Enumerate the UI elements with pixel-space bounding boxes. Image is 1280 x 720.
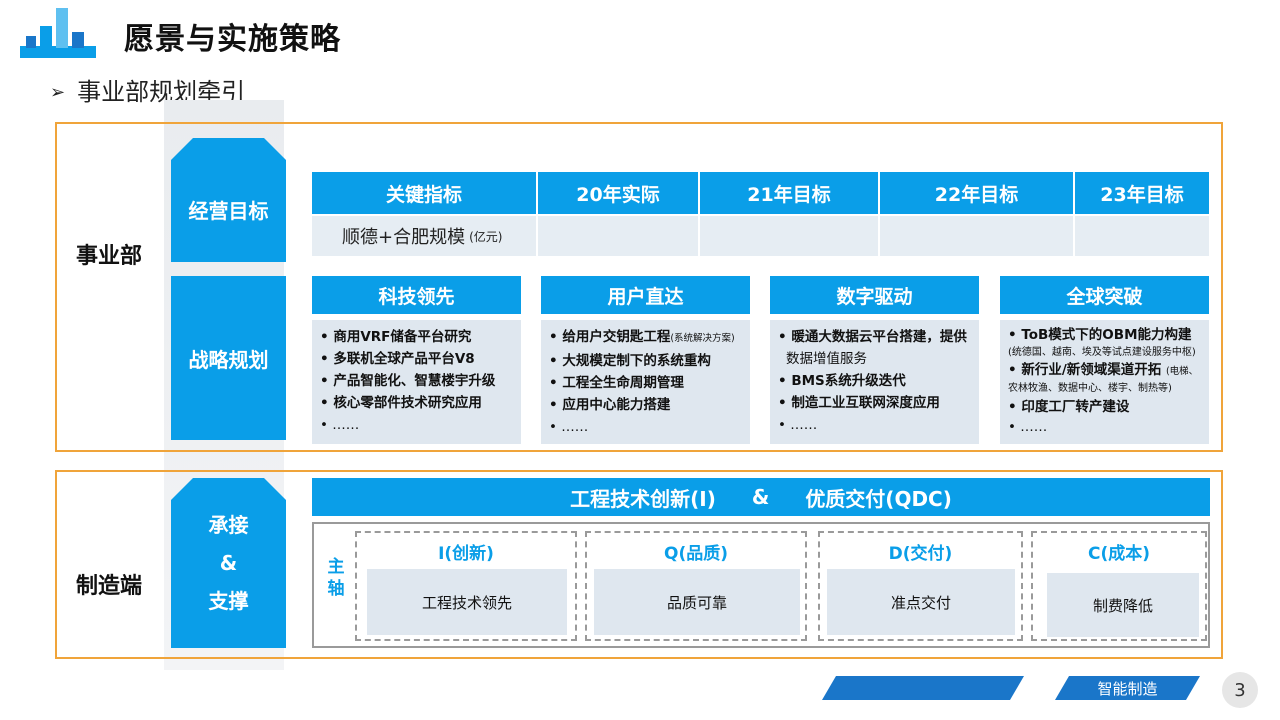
strategy-item: • 大规模定制下的系统重构 bbox=[549, 353, 711, 369]
strategy-column-tech: 科技领先 • 商用VRF储备平台研究 • 多联机全球产品平台V8 • 产品智能化… bbox=[312, 276, 521, 444]
strategy-item: • …… bbox=[549, 419, 589, 435]
support-label: 承接 & 支撑 bbox=[171, 478, 286, 648]
strategy-item-row: • 给用户交钥匙工程(系统解决方案) bbox=[549, 326, 742, 350]
page-number: 3 bbox=[1222, 672, 1258, 708]
strategy-item: • …… bbox=[778, 417, 818, 433]
strategy-column-title: 科技领先 bbox=[312, 276, 521, 314]
strategy-item: • 应用中心能力搭建 bbox=[549, 397, 671, 413]
strategy-column-body: • 暖通大数据云平台搭建，提供 数据增值服务 • BMS系统升级迭代 • 制造工… bbox=[770, 320, 979, 444]
footer-tag: 智能制造 bbox=[1055, 676, 1200, 700]
qdc-column: Q(品质) 品质可靠 bbox=[585, 531, 807, 641]
strategy-column-title: 用户直达 bbox=[541, 276, 750, 314]
strategy-item: • 新行业/新领域渠道开拓 bbox=[1008, 362, 1162, 378]
strategy-item-row: • 新行业/新领域渠道开拓 (电梯、 bbox=[1008, 360, 1201, 382]
kpi-row-label: 顺德+合肥规模 (亿元) bbox=[312, 214, 538, 256]
strategy-item: • BMS系统升级迭代 bbox=[778, 373, 906, 389]
business-goal-label: 经营目标 bbox=[171, 138, 286, 262]
strategy-item: • ToB模式下的OBM能力构建 bbox=[1008, 327, 1192, 343]
page-title: 愿景与实施策略 bbox=[124, 22, 341, 57]
qdc-title: C(成本) bbox=[1087, 544, 1150, 564]
support-line: 承接 bbox=[208, 513, 249, 537]
strategy-item: • 工程全生命周期管理 bbox=[549, 375, 684, 391]
kpi-cell bbox=[538, 214, 700, 256]
strategy-column-global: 全球突破 • ToB模式下的OBM能力构建 (统德国、越南、埃及等试点建设服务中… bbox=[1000, 276, 1209, 444]
qdc-column: I(创新) 工程技术领先 bbox=[355, 531, 577, 641]
strategy-item-note: (电梯、 bbox=[1165, 366, 1199, 377]
strategy-item: • 商用VRF储备平台研究 bbox=[320, 329, 472, 345]
kpi-table: 关键指标 20年实际 21年目标 22年目标 23年目标 顺德+合肥规模 (亿元) bbox=[312, 172, 1209, 256]
strategy-item: • 暖通大数据云平台搭建，提供 bbox=[778, 329, 967, 345]
kpi-cell bbox=[1075, 214, 1209, 256]
strategy-item: • 产品智能化、智慧楼宇升级 bbox=[320, 373, 496, 389]
manufacturing-label: 制造端 bbox=[76, 574, 143, 599]
kpi-header-cell: 关键指标 bbox=[312, 172, 538, 214]
kpi-header-cell: 22年目标 bbox=[880, 172, 1075, 214]
kpi-cell bbox=[700, 214, 880, 256]
strategy-item: • 多联机全球产品平台V8 bbox=[320, 351, 475, 367]
kpi-table-header: 关键指标 20年实际 21年目标 22年目标 23年目标 bbox=[312, 172, 1209, 214]
strategy-column-title: 全球突破 bbox=[1000, 276, 1209, 314]
bullet-arrow-icon: ➢ bbox=[50, 82, 66, 103]
kpi-row-unit: (亿元) bbox=[469, 229, 503, 244]
qdc-banner: 工程技术创新(I) & 优质交付(QDC) bbox=[312, 478, 1210, 516]
support-line: 支撑 bbox=[208, 589, 249, 613]
strategy-column-body: • 商用VRF储备平台研究 • 多联机全球产品平台V8 • 产品智能化、智慧楼宇… bbox=[312, 320, 521, 444]
kpi-header-cell: 20年实际 bbox=[538, 172, 700, 214]
kpi-row-name: 顺德+合肥规模 bbox=[342, 227, 466, 248]
qdc-column: D(交付) 准点交付 bbox=[818, 531, 1023, 641]
qdc-title: Q(品质) bbox=[664, 544, 728, 564]
qdc-body: 准点交付 bbox=[827, 569, 1015, 635]
banner-left: 工程技术创新(I) bbox=[570, 486, 716, 511]
strategy-item: • 制造工业互联网深度应用 bbox=[778, 395, 940, 411]
qdc-body: 品质可靠 bbox=[594, 569, 800, 635]
kpi-cell bbox=[880, 214, 1075, 256]
qdc-body: 制费降低 bbox=[1047, 573, 1199, 637]
qdc-column: C(成本) 制费降低 bbox=[1031, 531, 1207, 641]
qdc-title: D(交付) bbox=[888, 544, 953, 564]
strategy-column-digital: 数字驱动 • 暖通大数据云平台搭建，提供 数据增值服务 • BMS系统升级迭代 … bbox=[770, 276, 979, 444]
strategy-item: • …… bbox=[1008, 419, 1048, 435]
division-label: 事业部 bbox=[76, 244, 143, 269]
strategy-item-sub: (统德国、越南、埃及等试点建设服务中枢) bbox=[1008, 347, 1196, 358]
strategy-item-sub: 农林牧渔、数据中心、楼宇、制热等) bbox=[1008, 383, 1172, 394]
strategy-item-note: (系统解决方案) bbox=[670, 333, 735, 344]
strategy-item: • …… bbox=[320, 417, 360, 433]
strategy-item: • 印度工厂转产建设 bbox=[1008, 399, 1130, 415]
kpi-header-cell: 23年目标 bbox=[1075, 172, 1209, 214]
banner-mid: & bbox=[751, 485, 770, 509]
strategy-item: • 给用户交钥匙工程 bbox=[549, 329, 671, 345]
banner-right: 优质交付(QDC) bbox=[805, 486, 952, 511]
company-logo bbox=[20, 8, 96, 58]
support-line: & bbox=[219, 551, 238, 575]
kpi-table-row: 顺德+合肥规模 (亿元) bbox=[312, 214, 1209, 256]
strategy-plan-label: 战略规划 bbox=[171, 276, 286, 440]
qdc-title: I(创新) bbox=[438, 544, 494, 564]
strategy-column-body: • 给用户交钥匙工程(系统解决方案) • 大规模定制下的系统重构 • 工程全生命… bbox=[541, 320, 750, 444]
kpi-header-cell: 21年目标 bbox=[700, 172, 880, 214]
strategy-column-body: • ToB模式下的OBM能力构建 (统德国、越南、埃及等试点建设服务中枢) • … bbox=[1000, 320, 1209, 444]
strategy-item: 数据增值服务 bbox=[786, 351, 867, 367]
strategy-column-user: 用户直达 • 给用户交钥匙工程(系统解决方案) • 大规模定制下的系统重构 • … bbox=[541, 276, 750, 444]
qdc-body: 工程技术领先 bbox=[367, 569, 567, 635]
axis-label: 主轴 bbox=[327, 557, 345, 599]
footer-decor-tab bbox=[822, 676, 1024, 700]
strategy-item: • 核心零部件技术研究应用 bbox=[320, 395, 482, 411]
strategy-column-title: 数字驱动 bbox=[770, 276, 979, 314]
